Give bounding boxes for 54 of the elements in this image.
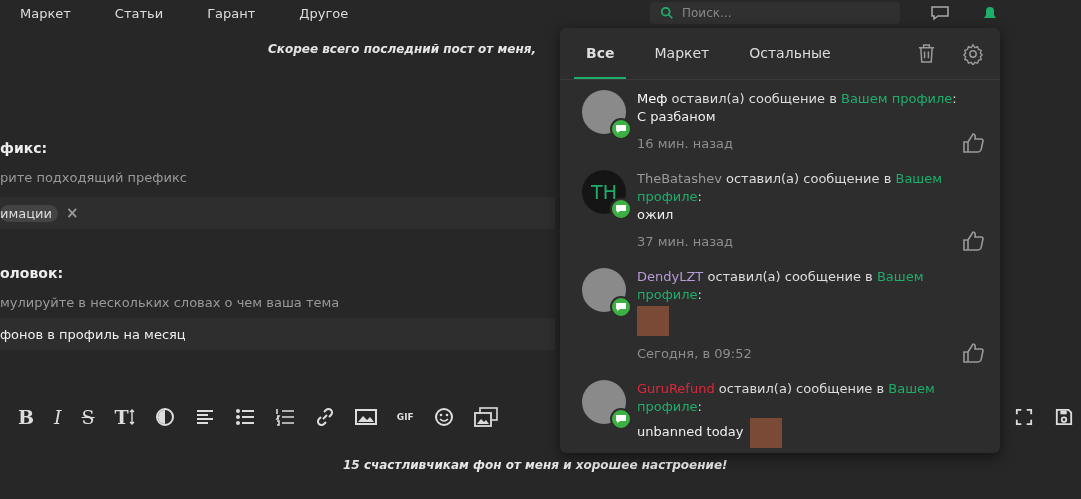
- gallery-icon[interactable]: [473, 407, 498, 427]
- title-field[interactable]: фонов в профиль на месяц: [0, 318, 555, 350]
- gif-button[interactable]: GIF: [396, 412, 414, 422]
- align-icon[interactable]: [194, 407, 215, 427]
- notification-tab[interactable]: Маркет: [642, 28, 722, 79]
- field-hint: мулируйте в нескольких словах о чем ваша тема: [0, 295, 340, 310]
- notification-time: 37 мин. назад: [637, 233, 734, 249]
- italic-button[interactable]: I: [54, 406, 62, 428]
- prefix-field[interactable]: имации ×: [0, 197, 555, 229]
- chat-icon[interactable]: [930, 5, 950, 21]
- post-outro-text: 15 счастливчикам фон от меня и хорошее настроение!: [343, 458, 728, 472]
- notification-time: 16 мин. назад: [637, 135, 734, 151]
- link-icon[interactable]: [314, 407, 335, 427]
- like-icon[interactable]: [962, 342, 984, 364]
- post-intro-text: Скорее всего последний пост от меня,: [268, 42, 536, 56]
- settings-icon[interactable]: [962, 42, 984, 65]
- color-icon[interactable]: [154, 407, 175, 427]
- font-size-button[interactable]: T: [114, 406, 135, 428]
- nav-link[interactable]: Другое: [299, 5, 349, 21]
- field-label: фикс:: [0, 140, 48, 156]
- fullscreen-icon[interactable]: [1015, 408, 1033, 426]
- message-badge-icon: [610, 118, 632, 140]
- like-icon[interactable]: [962, 132, 984, 154]
- notification-text: DendyLZT оставил(а) сообщение в Вашем профиле:: [637, 268, 925, 304]
- like-icon[interactable]: [962, 230, 984, 252]
- message-text: С разбаном: [637, 108, 716, 126]
- message-text: unbanned today: [637, 423, 744, 441]
- notification-tab[interactable]: Все: [574, 28, 627, 79]
- image-icon[interactable]: [354, 407, 377, 427]
- field-label: оловок:: [0, 265, 64, 281]
- bold-button[interactable]: B: [18, 406, 35, 428]
- message-badge-icon: [610, 198, 632, 220]
- notification-tab[interactable]: Остальные: [737, 28, 843, 79]
- notification-text: GuruRefund оставил(а) сообщение в Вашем профиле:: [637, 380, 936, 416]
- message-badge-icon: [610, 296, 632, 318]
- notification-text: TheBatashev оставил(а) сообщение в Вашем профиле:: [637, 170, 944, 206]
- trash-icon[interactable]: [917, 43, 936, 64]
- save-icon[interactable]: [1055, 408, 1073, 426]
- bullet-list-icon[interactable]: [234, 407, 255, 427]
- nav-link[interactable]: Гарант: [207, 5, 256, 21]
- notification-time: Сегодня, в 09:52: [637, 345, 752, 361]
- search-field[interactable]: Поиск...: [650, 2, 900, 24]
- nav-link[interactable]: Маркет: [20, 5, 71, 21]
- resize-arrow-icon: [128, 409, 135, 425]
- message-text: ожил: [637, 206, 674, 224]
- notification-text: Меф оставил(а) сообщение в Вашем профиле:: [637, 90, 957, 108]
- field-hint: рите подходящий префикс: [0, 170, 187, 185]
- nav-link[interactable]: Статьи: [114, 5, 164, 21]
- smiley-icon[interactable]: [433, 407, 454, 427]
- strikethrough-button[interactable]: S: [81, 406, 95, 428]
- prefix-tag: имации: [0, 204, 58, 222]
- message-badge-icon: [610, 408, 632, 430]
- numbered-list-icon[interactable]: [274, 407, 295, 427]
- remove-tag-button[interactable]: ×: [65, 204, 79, 222]
